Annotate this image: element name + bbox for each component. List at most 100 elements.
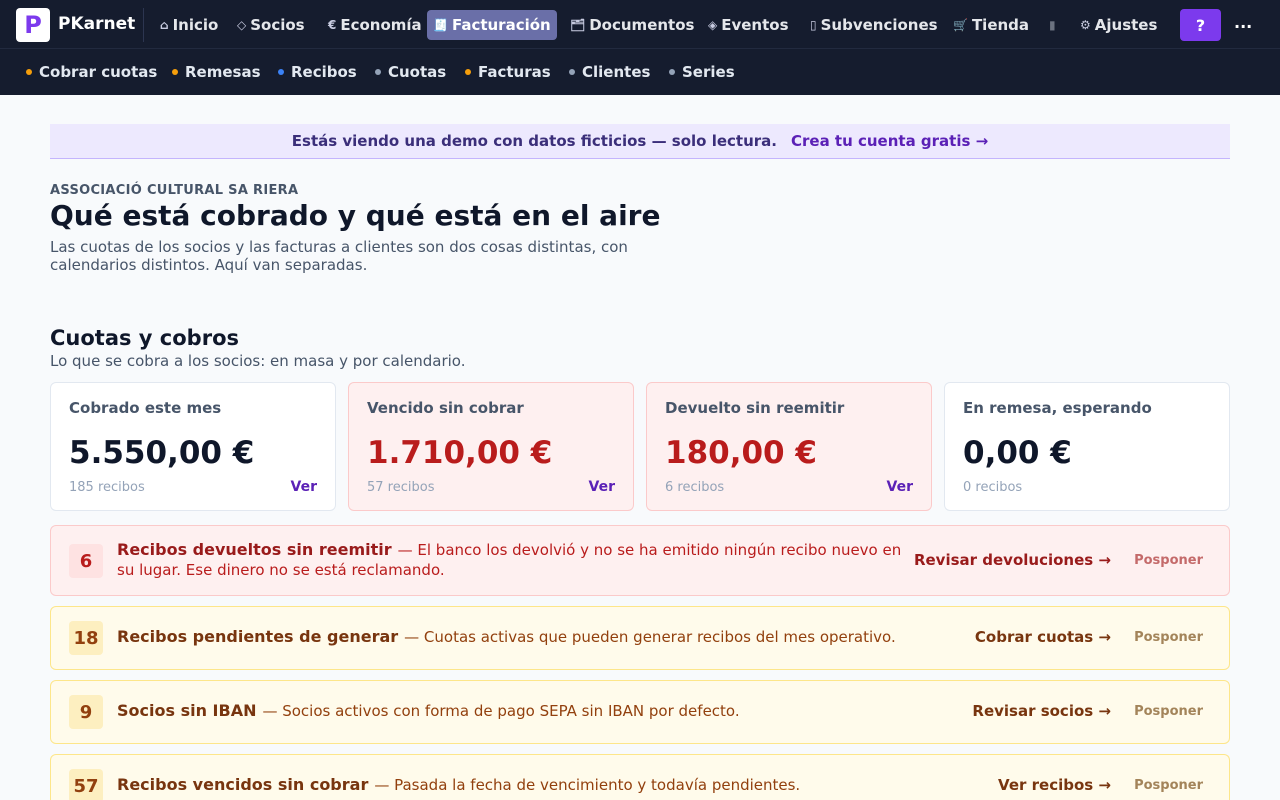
task-returned-receipts: 6 Recibos devueltos sin reemitir — El ban… xyxy=(50,525,1230,596)
card-label: Devuelto sin reemitir xyxy=(665,399,845,417)
card-in-remittance: En remesa, esperando 0,00 € 0 recibos xyxy=(944,382,1230,511)
nav-item-subvenciones[interactable]: ▯ Subvenciones xyxy=(804,10,944,40)
status-dot xyxy=(569,69,575,75)
subnav-facturas[interactable]: Facturas xyxy=(465,63,551,81)
view-receipts-link[interactable]: Ver recibos → xyxy=(998,776,1111,794)
subnav-cuotas[interactable]: Cuotas xyxy=(375,63,446,81)
task-body: Recibos pendientes de generar — Cuotas ac… xyxy=(117,627,917,647)
overflow-icon: ▮ xyxy=(1049,18,1056,32)
task-count-badge: 6 xyxy=(69,544,103,578)
card-count: 185 recibos xyxy=(69,480,145,495)
task-body: Socios sin IBAN — Socios activos con form… xyxy=(117,701,917,721)
signup-link[interactable]: Crea tu cuenta gratis → xyxy=(791,132,988,150)
cart-icon: 🛒 xyxy=(953,18,968,32)
help-button[interactable]: ? xyxy=(1180,9,1221,41)
sub-nav: Cobrar cuotas Remesas Recibos Cuotas Fac… xyxy=(0,48,1280,95)
top-nav: P PKarnet ⌂ Inicio ◇ Socios € Economía 🧾… xyxy=(0,0,1280,48)
page-title: Qué está cobrado y qué está en el aire xyxy=(50,199,661,232)
subnav-label: Series xyxy=(682,63,735,81)
postpone-button[interactable]: Posponer xyxy=(1134,553,1203,568)
task-overdue-receipts: 57 Recibos vencidos sin cobrar — Pasada l… xyxy=(50,754,1230,800)
subnav-label: Clientes xyxy=(582,63,651,81)
task-body: Recibos devueltos sin reemitir — El banco… xyxy=(117,540,917,580)
card-label: Vencido sin cobrar xyxy=(367,399,524,417)
subnav-series[interactable]: Series xyxy=(669,63,735,81)
card-view-link[interactable]: Ver xyxy=(589,479,615,495)
nav-item-socios[interactable]: ◇ Socios xyxy=(231,10,311,40)
nav-item-facturacion[interactable]: 🧾 Facturación xyxy=(427,10,557,40)
nav-item-ajustes[interactable]: ⚙ Ajustes xyxy=(1074,10,1163,40)
card-label: En remesa, esperando xyxy=(963,399,1152,417)
receipt-icon: 🧾 xyxy=(433,18,448,32)
section-title: Cuotas y cobros xyxy=(50,326,239,350)
subnav-cobrar-cuotas[interactable]: Cobrar cuotas xyxy=(26,63,157,81)
card-count: 0 recibos xyxy=(963,480,1023,495)
task-title: Socios sin IBAN xyxy=(117,701,257,720)
review-returns-link[interactable]: Revisar devoluciones → xyxy=(914,551,1111,569)
task-count-badge: 57 xyxy=(69,769,103,800)
page-intro: Las cuotas de los socios y las facturas … xyxy=(50,238,628,274)
nav-label: Tienda xyxy=(971,16,1030,34)
demo-banner-text: Estás viendo una demo con datos ficticio… xyxy=(291,132,777,150)
organization-name: ASSOCIACIÓ CULTURAL SA RIERA xyxy=(50,183,299,198)
nav-label: Facturación xyxy=(451,16,551,34)
card-value: 180,00 € xyxy=(665,435,817,471)
nav-label: Socios xyxy=(250,16,305,34)
event-diamond-icon: ◈ xyxy=(708,18,718,32)
task-description: — Socios activos con forma de pago SEPA … xyxy=(262,702,740,720)
postpone-button[interactable]: Posponer xyxy=(1134,630,1203,645)
card-label: Cobrado este mes xyxy=(69,399,222,417)
status-dot xyxy=(465,69,471,75)
nav-label: Economía xyxy=(340,16,422,34)
nav-item-economia[interactable]: € Economía xyxy=(322,10,428,40)
status-dot xyxy=(26,69,32,75)
card-view-link[interactable]: Ver xyxy=(291,479,317,495)
section-subtitle: Lo que se cobra a los socios: en masa y … xyxy=(50,352,466,370)
task-description: — Cuotas activas que pueden generar reci… xyxy=(404,628,896,646)
status-dot xyxy=(375,69,381,75)
postpone-button[interactable]: Posponer xyxy=(1134,778,1203,793)
nav-item-overflow[interactable]: ▮ xyxy=(1043,10,1066,40)
task-title: Recibos vencidos sin cobrar xyxy=(117,775,369,794)
subnav-label: Recibos xyxy=(291,63,357,81)
logo-letter: P xyxy=(24,11,42,39)
nav-label: Subvenciones xyxy=(820,16,938,34)
demo-banner: Estás viendo una demo con datos ficticio… xyxy=(50,124,1230,159)
nav-label: Documentos xyxy=(589,16,695,34)
task-pending-receipts: 18 Recibos pendientes de generar — Cuotas… xyxy=(50,606,1230,670)
gear-icon: ⚙ xyxy=(1080,18,1091,32)
home-icon: ⌂ xyxy=(160,18,169,32)
card-count: 57 recibos xyxy=(367,480,435,495)
grant-icon: ▯ xyxy=(810,18,817,32)
app-brand[interactable]: PKarnet xyxy=(58,14,135,34)
subnav-recibos[interactable]: Recibos xyxy=(278,63,357,81)
card-count: 6 recibos xyxy=(665,480,725,495)
postpone-button[interactable]: Posponer xyxy=(1134,704,1203,719)
folder-icon: 🗂 xyxy=(570,18,586,32)
card-value: 1.710,00 € xyxy=(367,435,553,471)
nav-label: Ajustes xyxy=(1094,16,1158,34)
card-collected-this-month: Cobrado este mes 5.550,00 € 185 recibos … xyxy=(50,382,336,511)
nav-item-documentos[interactable]: 🗂 Documentos xyxy=(564,10,700,40)
subnav-remesas[interactable]: Remesas xyxy=(172,63,261,81)
collect-fees-link[interactable]: Cobrar cuotas → xyxy=(975,628,1111,646)
diamond-icon: ◇ xyxy=(237,18,247,32)
task-title: Recibos devueltos sin reemitir xyxy=(117,540,392,559)
card-view-link[interactable]: Ver xyxy=(887,479,913,495)
more-menu-button[interactable]: ... xyxy=(1234,13,1252,32)
card-overdue-unpaid: Vencido sin cobrar 1.710,00 € 57 recibos… xyxy=(348,382,634,511)
euro-icon: € xyxy=(328,18,337,32)
task-title: Recibos pendientes de generar xyxy=(117,627,399,646)
nav-item-tienda[interactable]: 🛒 Tienda xyxy=(947,10,1035,40)
task-body: Recibos vencidos sin cobrar — Pasada la f… xyxy=(117,775,917,795)
task-count-badge: 9 xyxy=(69,695,103,729)
status-dot xyxy=(172,69,178,75)
review-members-link[interactable]: Revisar socios → xyxy=(972,702,1111,720)
card-value: 5.550,00 € xyxy=(69,435,255,471)
nav-item-inicio[interactable]: ⌂ Inicio xyxy=(154,10,224,40)
task-members-no-iban: 9 Socios sin IBAN — Socios activos con fo… xyxy=(50,680,1230,744)
task-count-badge: 18 xyxy=(69,621,103,655)
subnav-clientes[interactable]: Clientes xyxy=(569,63,650,81)
nav-item-eventos[interactable]: ◈ Eventos xyxy=(702,10,795,40)
app-logo[interactable]: P xyxy=(16,8,50,42)
